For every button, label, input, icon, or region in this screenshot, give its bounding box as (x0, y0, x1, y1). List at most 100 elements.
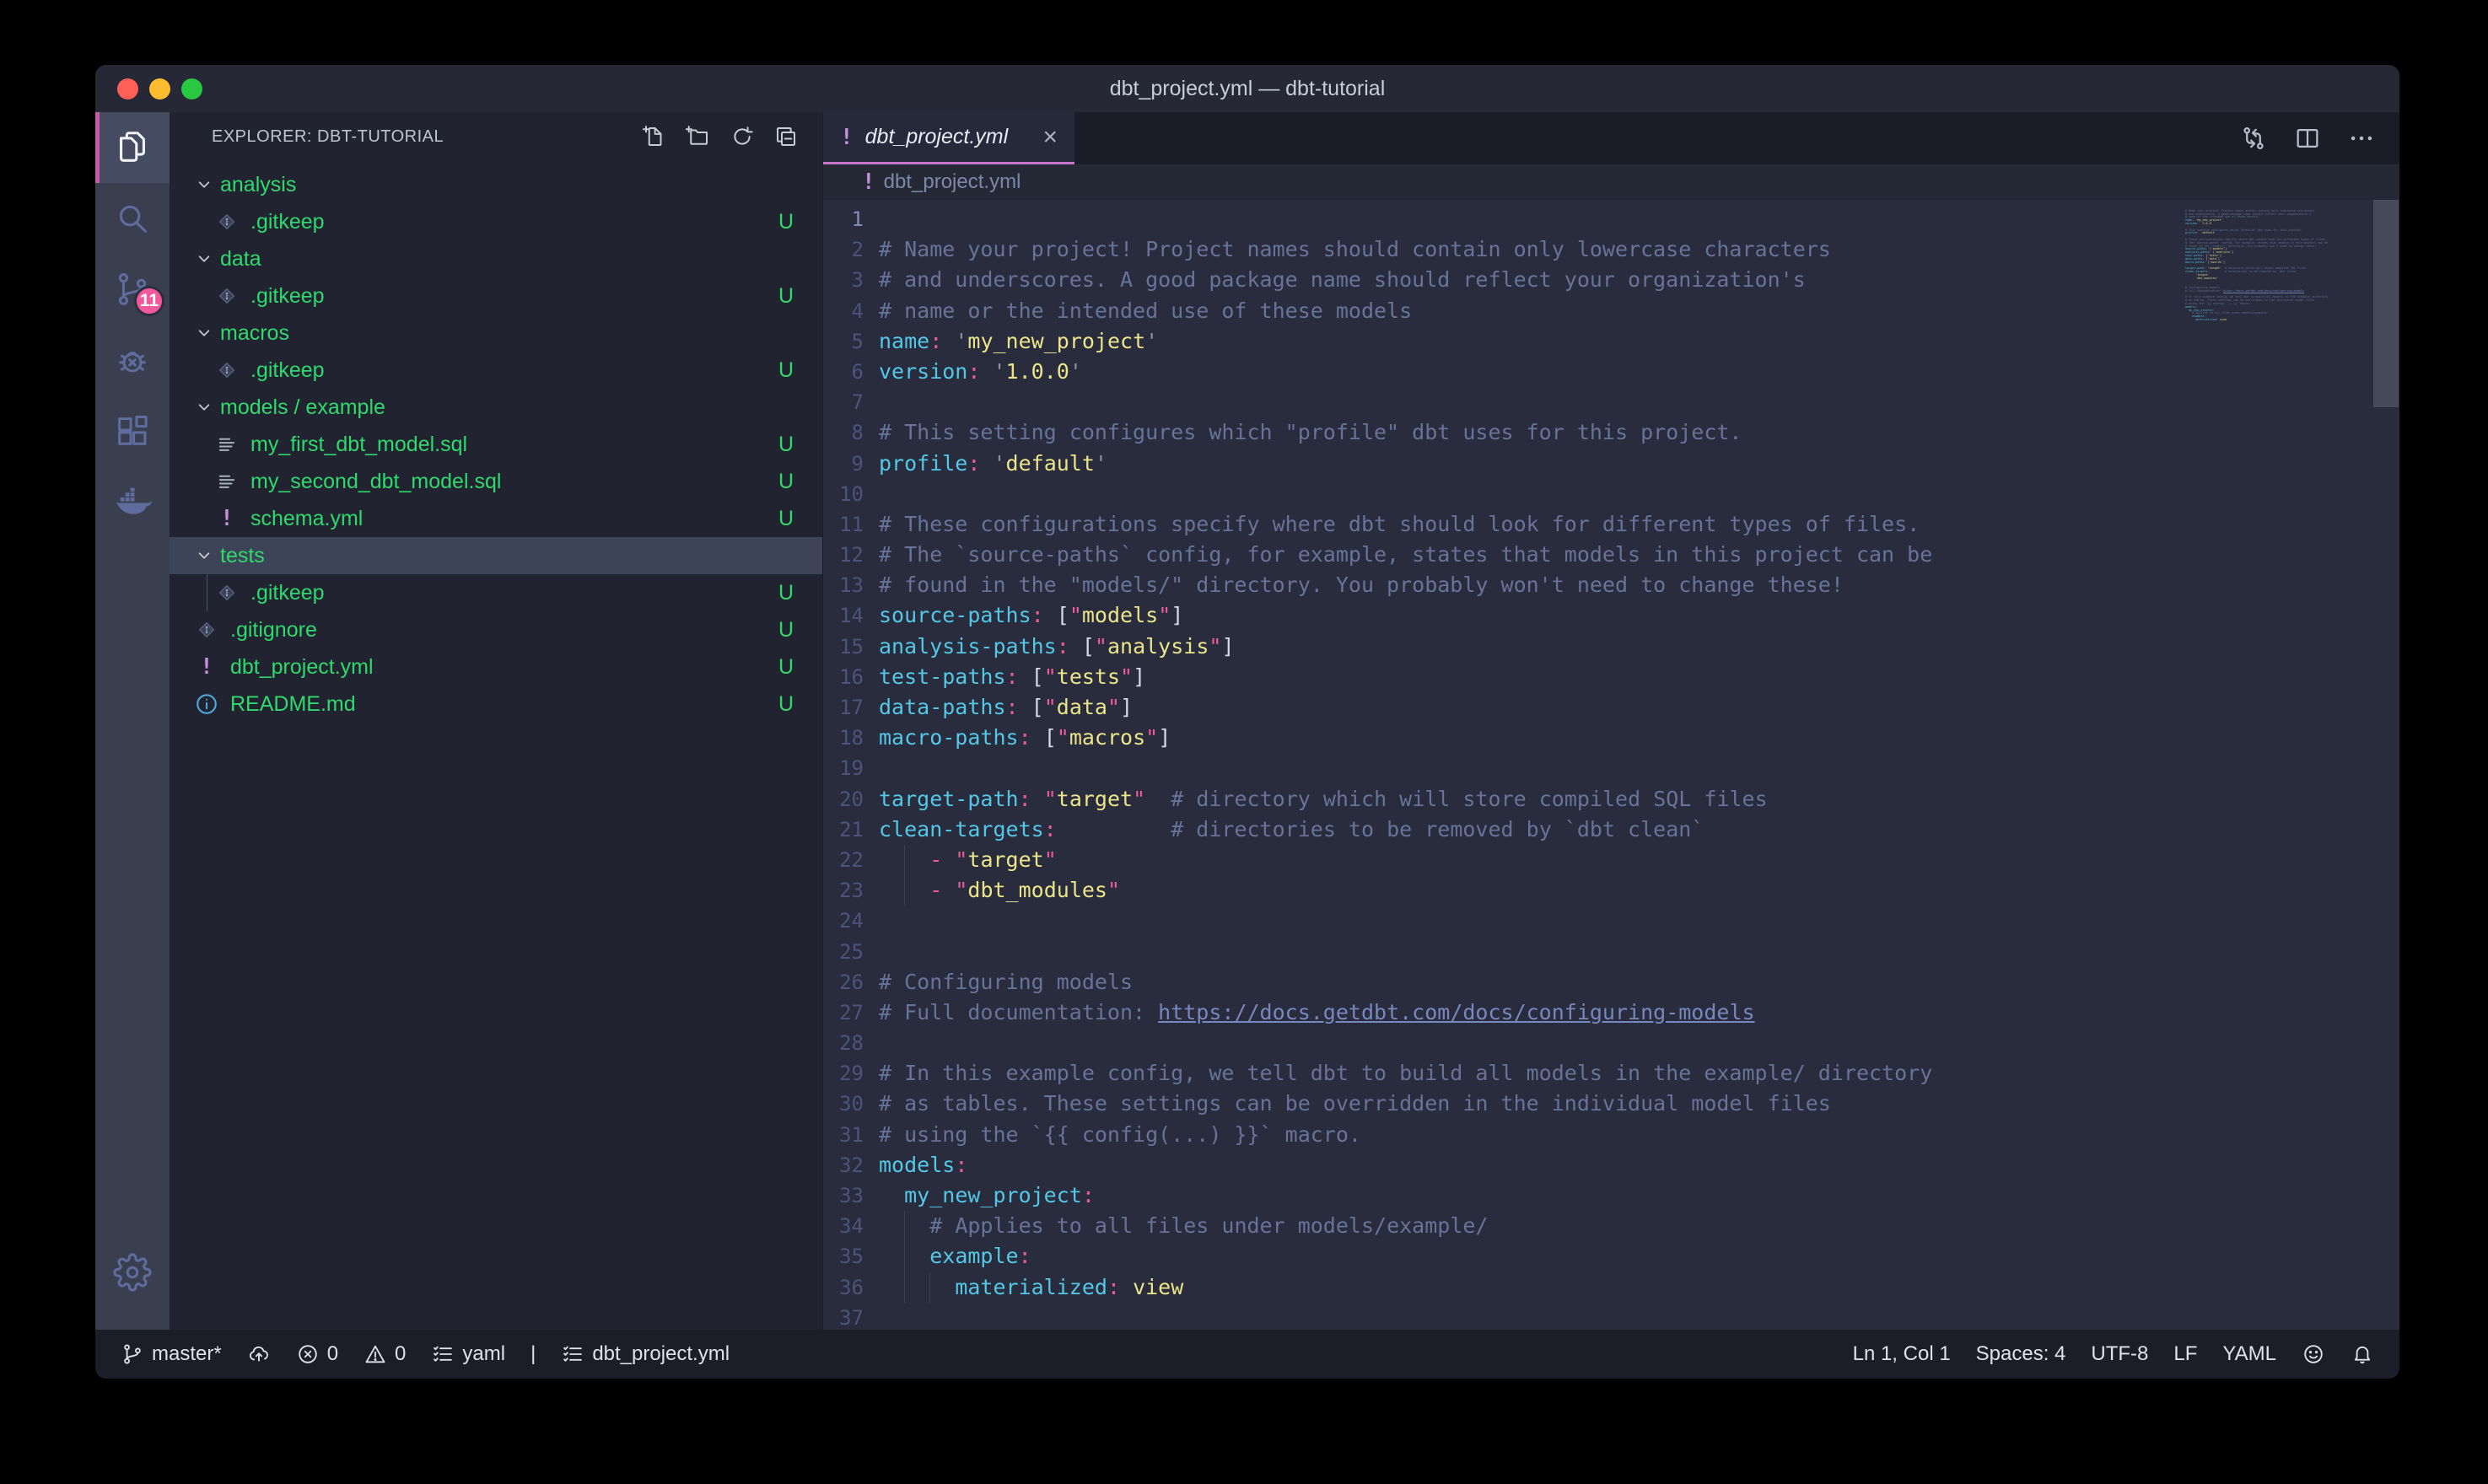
tab-dbt-project-yml[interactable]: ! dbt_project.yml × (823, 112, 1074, 164)
line-number: 17 (823, 692, 864, 723)
tree-file-schema-yml[interactable]: !schema.ymlU (170, 500, 822, 537)
status-encoding[interactable]: UTF-8 (2091, 1342, 2148, 1366)
collapse-all-icon (773, 124, 799, 149)
activity-item-source-control[interactable]: 11 (95, 254, 170, 325)
activity-item-explorer[interactable] (95, 112, 170, 183)
code-line-17: 17data-paths: ["data"] (823, 692, 2180, 723)
code-line-text: # The `source-paths` config, for example… (879, 540, 2180, 570)
tree-item-label: .gitkeep (250, 210, 778, 234)
info-file-icon (193, 691, 220, 718)
new-file-button[interactable] (640, 122, 669, 151)
code-token: ' (1069, 359, 1082, 384)
status-publish-changes[interactable] (247, 1342, 271, 1366)
code-token (2185, 318, 2195, 321)
code-line-1: 1 (823, 204, 2180, 234)
activity-item-search[interactable] (95, 183, 170, 254)
tree-file-my-second-dbt-model-sql[interactable]: my_second_dbt_model.sqlU (170, 463, 822, 500)
tree-item-label: .gitignore (230, 618, 778, 643)
code-token: my_new_project (904, 1183, 1082, 1207)
code-token: - (929, 847, 942, 872)
title-bar[interactable]: dbt_project.yml — dbt-tutorial (95, 65, 2399, 112)
tree-file--gitkeep[interactable]: .gitkeepU (170, 574, 822, 611)
bell-icon (2351, 1342, 2374, 1366)
tree-file--gitkeep[interactable]: .gitkeepU (170, 352, 822, 389)
status-cursor-position-label: Ln 1, Col 1 (1853, 1342, 1951, 1366)
docs-link[interactable]: https://docs.getdbt.com/docs/configuring… (1158, 1000, 1754, 1024)
indent-guide (904, 1241, 905, 1272)
chevron-down-icon (191, 172, 217, 197)
scrollbar-thumb[interactable] (2373, 200, 2399, 407)
status-linter-yaml[interactable]: yaml (431, 1342, 505, 1366)
code-editor[interactable]: 12# Name your project! Project names sho… (823, 204, 2180, 1330)
split-icon (2293, 124, 2322, 153)
tree-folder-tests[interactable]: tests (170, 537, 822, 574)
code-token: clean-targets (879, 817, 1044, 841)
status-git-branch-status[interactable]: master* (121, 1342, 222, 1366)
more-actions-button[interactable] (2345, 122, 2378, 154)
tree-file--gitkeep[interactable]: .gitkeepU (170, 203, 822, 240)
code-token: [ (1044, 725, 1057, 750)
tree-file--gitignore[interactable]: .gitignoreU (170, 611, 822, 648)
refresh-explorer-button[interactable] (728, 122, 757, 151)
code-token: 1.0.0 (2202, 222, 2211, 225)
git-untracked-badge: U (778, 433, 794, 457)
tree-item-label: macros (220, 321, 794, 346)
close-tab-icon[interactable]: × (1042, 125, 1058, 150)
scm-changes-badge: 11 (134, 286, 164, 316)
status-cursor-position[interactable]: Ln 1, Col 1 (1853, 1342, 1951, 1366)
code-token: : (1044, 817, 1057, 841)
code-token (1019, 695, 1031, 719)
breadcrumb[interactable]: ! dbt_project.yml (823, 164, 2399, 200)
code-token (1031, 787, 1044, 811)
tree-folder-models-example[interactable]: models / example (170, 389, 822, 426)
code-token: : (1057, 634, 1069, 659)
status-language-mode[interactable]: YAML (2222, 1342, 2276, 1366)
tree-file--gitkeep[interactable]: .gitkeepU (170, 277, 822, 315)
git-file-icon (213, 282, 240, 309)
status-error-count[interactable]: 0 (296, 1342, 338, 1366)
code-line-text: my_new_project: (879, 1180, 2180, 1211)
code-line-21: 21clean-targets: # directories to be rem… (823, 815, 2180, 845)
code-line-text: macro-paths: ["macros"] (879, 723, 2180, 753)
status-warning-count[interactable]: 0 (364, 1342, 406, 1366)
code-token: # This setting configures which "profile… (879, 420, 1742, 444)
activity-item-debug[interactable] (95, 325, 170, 395)
status-indentation[interactable]: Spaces: 4 (1976, 1342, 2066, 1366)
activity-item-docker[interactable] (95, 466, 170, 537)
status-encoding-label: UTF-8 (2091, 1342, 2148, 1366)
code-line-text: # and underscores. A good package name s… (879, 265, 2180, 295)
status-git-branch-status-label: master* (152, 1342, 222, 1366)
tree-file-dbt-project-yml[interactable]: !dbt_project.ymlU (170, 648, 822, 686)
open-changes-button[interactable] (2238, 122, 2270, 154)
collapse-folders-button[interactable] (772, 122, 800, 151)
split-editor-button[interactable] (2291, 122, 2324, 154)
line-number: 25 (823, 937, 864, 967)
status-bar: master*00yaml|dbt_project.yml Ln 1, Col … (95, 1330, 2399, 1379)
line-number: 3 (823, 265, 864, 295)
breadcrumb-item[interactable]: dbt_project.yml (884, 170, 1021, 194)
tree-item-label: README.md (230, 692, 778, 717)
tree-folder-macros[interactable]: macros (170, 315, 822, 352)
code-token: # In this example config, we tell dbt to… (879, 1061, 1932, 1085)
code-token: models (1082, 603, 1158, 627)
code-token (1057, 817, 1171, 841)
code-line-19: 19 (823, 753, 2180, 783)
tree-file-my-first-dbt-model-sql[interactable]: my_first_dbt_model.sqlU (170, 426, 822, 463)
activity-item-settings[interactable] (95, 1237, 170, 1308)
tree-file-readme-md[interactable]: README.mdU (170, 686, 822, 723)
minimap[interactable]: 12# Name your project! Project names sho… (2182, 207, 2371, 325)
line-number: 22 (823, 845, 864, 875)
code-token: analysis (1107, 634, 1209, 659)
new-folder-button[interactable] (684, 122, 713, 151)
status-eol[interactable]: LF (2173, 1342, 2197, 1366)
code-token: " (2216, 277, 2218, 280)
status-feedback[interactable] (2302, 1342, 2325, 1366)
activity-item-extensions[interactable] (95, 395, 170, 466)
new-file-icon (642, 124, 667, 149)
code-token (942, 878, 955, 902)
tree-folder-analysis[interactable]: analysis (170, 166, 822, 203)
code-token: target (967, 847, 1043, 872)
tree-folder-data[interactable]: data (170, 240, 822, 277)
status-notifications[interactable] (2351, 1342, 2374, 1366)
status-linter-file[interactable]: dbt_project.yml (561, 1342, 730, 1366)
